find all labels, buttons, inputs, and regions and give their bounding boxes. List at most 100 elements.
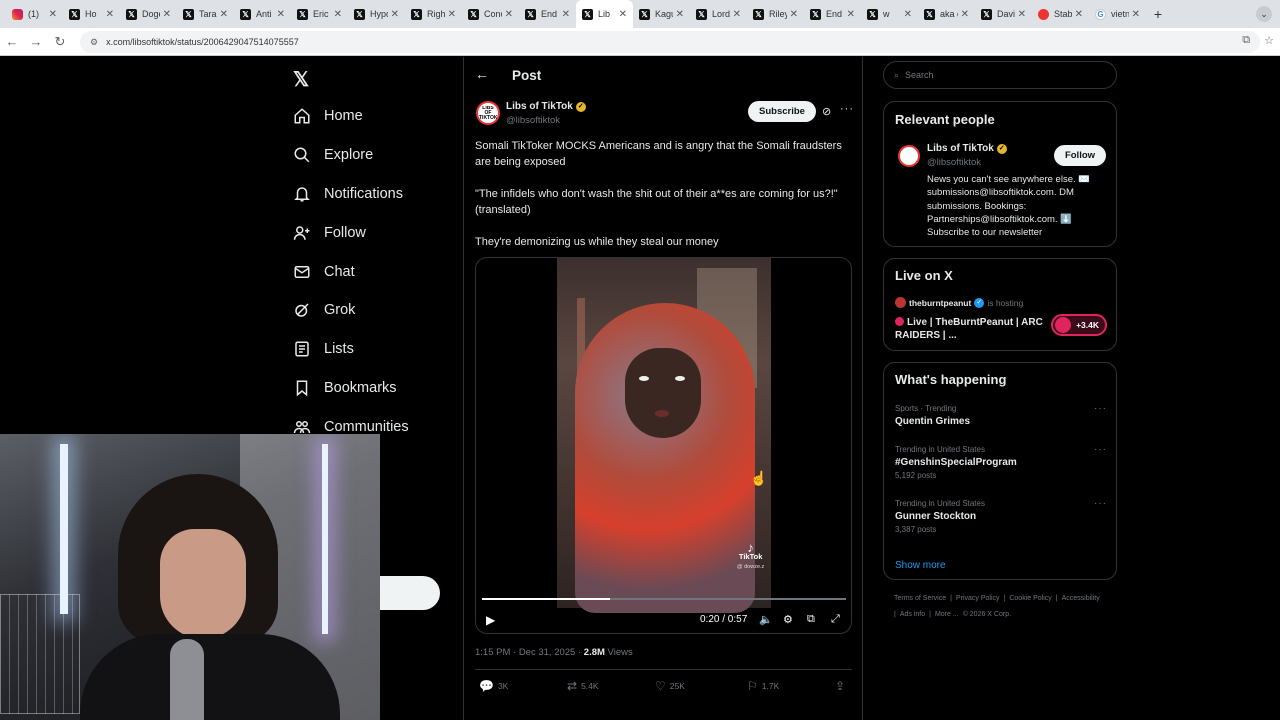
close-tab-icon[interactable]: ✕ [1132,9,1140,20]
nav-item-bookmarks[interactable]: Bookmarks [280,369,460,408]
more-options-icon[interactable]: ··· [840,103,854,115]
footer-link[interactable]: Accessibility [1062,595,1100,602]
close-tab-icon[interactable]: ✕ [904,9,912,20]
close-tab-icon[interactable]: ✕ [847,9,855,20]
browser-tab[interactable]: 𝕏w ✕ [861,0,918,28]
video-player[interactable]: ♪ TikTok @ dowze.z ☝ ▶ 0:20 / 0:57 🔈 ⚙ ⧉… [475,257,852,634]
fullscreen-icon[interactable]: ⤢ [831,613,840,626]
browser-tab[interactable]: 𝕏 Kaguya✕ [633,0,690,28]
trend-item[interactable]: Trending in United States #GenshinSpecial… [895,444,1107,482]
browser-tab[interactable]: 𝕏 Eric Da✕ [291,0,348,28]
footer-link[interactable]: Cookie Policy [1009,595,1051,602]
more-options-icon[interactable]: ··· [1094,498,1107,509]
nav-item-lists[interactable]: Lists [280,330,460,369]
footer-link[interactable]: Ads info [900,611,925,618]
bookmark-button[interactable]: ⚐ 1.7K [747,679,779,693]
close-tab-icon[interactable]: ✕ [163,9,171,20]
close-tab-icon[interactable]: ✕ [277,9,285,20]
close-tab-icon[interactable]: ✕ [1075,9,1083,20]
video-frame[interactable]: ♪ TikTok @ dowze.z [557,258,771,613]
browser-tab[interactable]: 𝕏 David S✕ [975,0,1032,28]
close-tab-icon[interactable]: ✕ [961,9,969,20]
play-icon[interactable]: ▶ [486,613,495,627]
footer-link[interactable]: © 2026 X Corp. [963,611,1011,618]
reload-icon[interactable]: ↻ [48,34,72,50]
browser-tab[interactable]: 𝕏 Anti W✕ [234,0,291,28]
nav-item-notifications[interactable]: Notifications [280,175,460,214]
video-progress-bar[interactable] [482,598,846,600]
x-logo[interactable]: 𝕏 [293,67,309,92]
close-tab-icon[interactable]: ✕ [220,9,228,20]
nav-item-home[interactable]: Home [280,97,460,136]
grok-icon[interactable]: ⊘ [822,105,831,118]
footer-link[interactable]: Terms of Service [894,595,946,602]
bookmark-star-icon[interactable]: ☆ [1264,34,1274,47]
picture-in-picture-icon[interactable]: ⧉ [807,613,815,626]
close-tab-icon[interactable]: ✕ [505,9,513,20]
browser-tab[interactable]: (1) ✕ [6,0,63,28]
follow-button[interactable]: Follow [1054,145,1106,166]
nav-item-follow[interactable]: Follow [280,213,460,252]
footer-link[interactable]: Privacy Policy [956,595,1000,602]
reply-button[interactable]: 💬 3K [479,679,508,693]
close-tab-icon[interactable]: ✕ [562,9,570,20]
nav-item-chat[interactable]: Chat [280,252,460,291]
trend-item[interactable]: Sports · Trending Quentin Grimes ··· [895,403,1107,429]
post-button[interactable] [378,576,440,610]
relevant-person-handle[interactable]: @libsoftiktok [927,157,981,168]
back-icon[interactable]: ← [0,34,24,49]
subscribe-button[interactable]: Subscribe [748,101,816,122]
share-button[interactable]: ⇪ [835,679,845,693]
avatar[interactable] [898,145,920,167]
footer-link[interactable]: More ... [935,611,959,618]
browser-tab[interactable]: 𝕏aka on✕ [918,0,975,28]
close-tab-icon[interactable]: ✕ [106,9,114,20]
author-name[interactable]: Libs of TikTok ✓ [506,101,586,112]
search-input[interactable]: ⌕ Search [883,61,1117,89]
browser-tab[interactable]: 𝕏 Ho ✕ [63,0,120,28]
forward-icon[interactable]: → [24,34,48,49]
browser-tab[interactable]: 𝕏 Lib ✕ [576,0,633,28]
address-bar[interactable]: ⚙ x.com/libsoftiktok/status/200642904751… [80,31,1260,53]
browser-tab[interactable]: 𝕏 End Wo✕ [804,0,861,28]
volume-icon[interactable]: 🔈 [759,613,773,626]
post-timestamp[interactable]: 1:15 PM · Dec 31, 2025 · [475,647,584,658]
more-options-icon[interactable]: ··· [1094,444,1107,455]
close-tab-icon[interactable]: ✕ [733,9,741,20]
close-tab-icon[interactable]: ✕ [391,9,399,20]
more-options-icon[interactable]: ··· [1094,403,1107,414]
close-tab-icon[interactable]: ✕ [676,9,684,20]
close-tab-icon[interactable]: ✕ [49,9,57,20]
nav-item-explore[interactable]: Explore [280,136,460,175]
trend-item[interactable]: Trending in United States Gunner Stockton… [895,498,1107,536]
browser-tab[interactable]: 𝕏 Lord Be✕ [690,0,747,28]
live-host[interactable]: theburntpeanut ✓ is hosting [895,297,1023,308]
show-more-link[interactable]: Show more [895,560,946,571]
tab-search-icon[interactable]: ⌄ [1256,6,1272,22]
browser-tab[interactable]: 𝕏 Concer✕ [462,0,519,28]
back-arrow-icon[interactable]: ← [475,66,489,82]
browser-tab[interactable]: 𝕏 End W✕ [519,0,576,28]
like-button[interactable]: ♡ 25K [655,679,685,693]
close-tab-icon[interactable]: ✕ [448,9,456,20]
repost-button[interactable]: ⇄ 5.4K [567,679,599,693]
browser-tab[interactable]: 𝕏 Hypoc✕ [348,0,405,28]
browser-tab[interactable]: 𝕏 Right A✕ [405,0,462,28]
browser-tab[interactable]: 𝕏 DogeD✕ [120,0,177,28]
close-tab-icon[interactable]: ✕ [334,9,342,20]
relevant-person-name[interactable]: Libs of TikTok ✓ [927,143,1007,154]
site-info-icon[interactable]: ⚙ [90,37,98,48]
install-app-icon[interactable]: ⧉ [1242,34,1250,47]
browser-tab[interactable]: Gvietnam✕ [1089,0,1146,28]
browser-tab[interactable]: 𝕏 TaraBu✕ [177,0,234,28]
live-stream-title[interactable]: Live | TheBurntPeanut | ARC RAIDERS | ..… [895,316,1045,342]
close-tab-icon[interactable]: ✕ [1018,9,1026,20]
browser-tab[interactable]: 𝕏 Riley G✕ [747,0,804,28]
nav-item-grok[interactable]: Grok [280,291,460,330]
author-handle[interactable]: @libsoftiktok [506,115,560,126]
close-tab-icon[interactable]: ✕ [619,9,627,20]
settings-gear-icon[interactable]: ⚙ [783,613,793,626]
new-tab-icon[interactable]: + [1146,6,1170,22]
live-listener-count[interactable]: +3.4K [1051,314,1107,336]
avatar[interactable]: LIBS OF TIKTOK [476,101,500,125]
